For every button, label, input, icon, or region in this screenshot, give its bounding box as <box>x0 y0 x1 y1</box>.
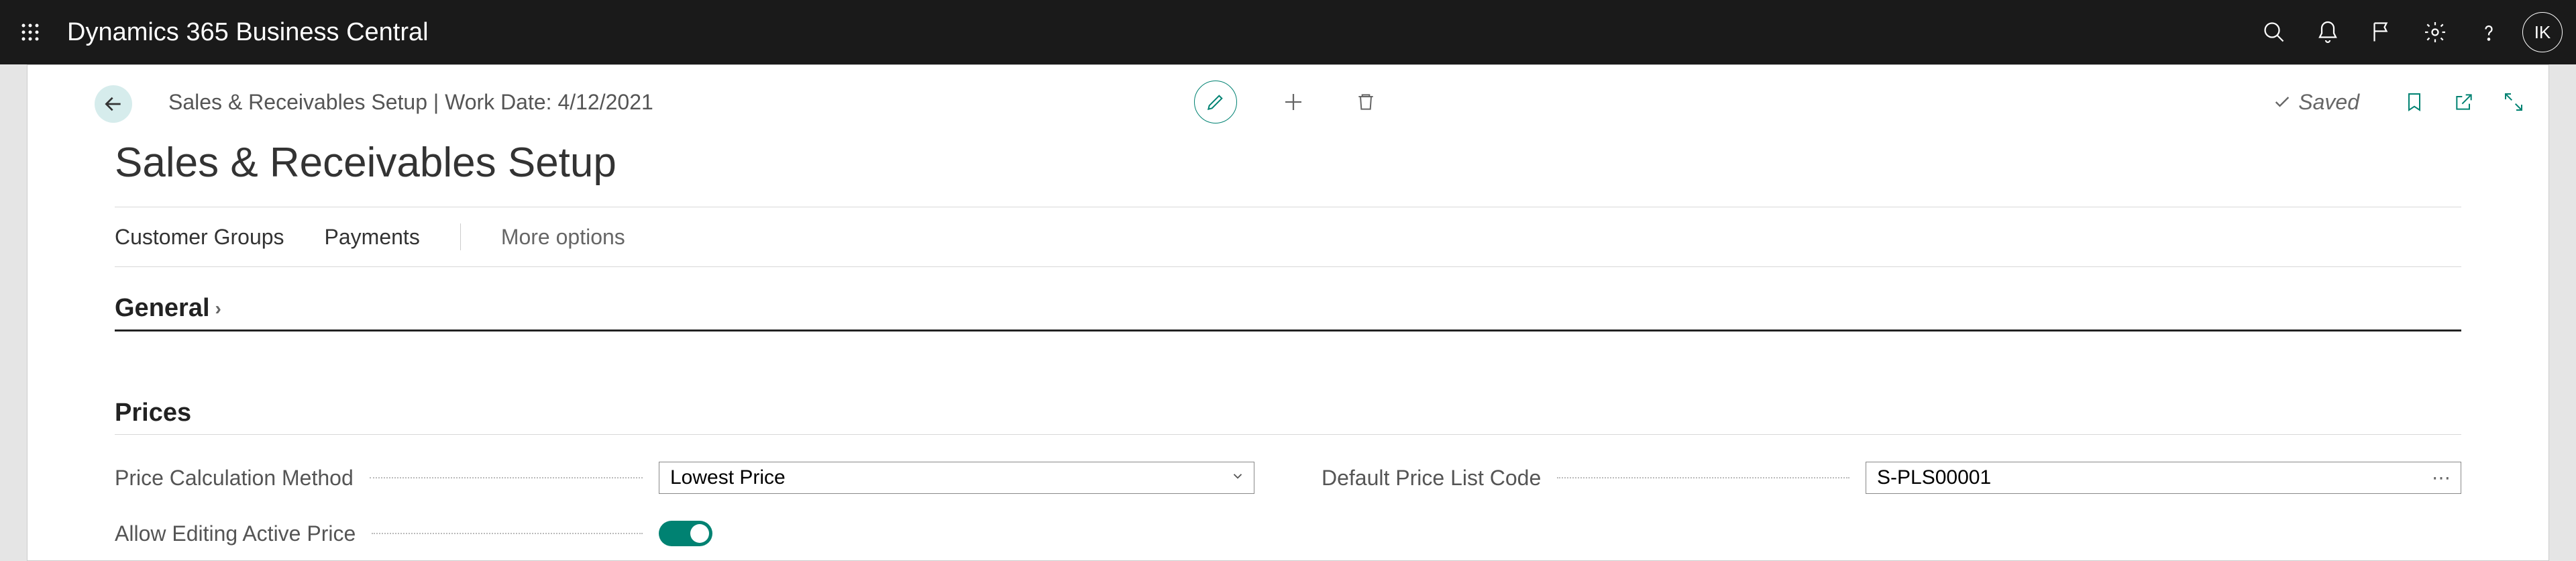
input-default-price-list-code-value[interactable]: S-PLS00001 <box>1866 462 2461 494</box>
select-price-calc-method[interactable]: Lowest Price <box>659 462 1254 494</box>
row-price-calc-method: Price Calculation Method Lowest Price <box>115 462 1254 494</box>
dots <box>370 477 643 478</box>
saved-indicator: Saved <box>2273 90 2359 115</box>
label-price-calc-method: Price Calculation Method <box>115 466 354 491</box>
row-allow-editing-active-price: Allow Editing Active Price <box>115 521 1254 546</box>
bookmark-icon[interactable] <box>2400 87 2429 117</box>
saved-label: Saved <box>2298 90 2359 115</box>
popout-icon[interactable] <box>2449 87 2479 117</box>
dots <box>1557 477 1849 478</box>
row-default-price-list-code: Default Price List Code S-PLS00001 ⋯ <box>1322 462 2461 494</box>
label-allow-editing-active-price: Allow Editing Active Price <box>115 521 356 546</box>
menu-payments[interactable]: Payments <box>325 225 420 250</box>
notifications-icon[interactable] <box>2301 5 2355 59</box>
page-header-row: Sales & Receivables Setup | Work Date: 4… <box>28 65 2548 139</box>
prices-form-grid: Price Calculation Method Lowest Price De… <box>115 462 2461 546</box>
flag-icon[interactable] <box>2355 5 2408 59</box>
label-default-price-list-code: Default Price List Code <box>1322 466 1541 491</box>
section-general-label: General <box>115 294 210 323</box>
breadcrumb: Sales & Receivables Setup | Work Date: 4… <box>168 90 653 115</box>
center-actions <box>1194 81 1382 123</box>
edit-button[interactable] <box>1194 81 1237 123</box>
avatar-initials: IK <box>2534 22 2551 43</box>
app-title: Dynamics 365 Business Central <box>67 18 429 47</box>
input-default-price-list-code[interactable]: S-PLS00001 ⋯ <box>1866 462 2461 494</box>
dots <box>372 533 643 534</box>
collapse-icon[interactable] <box>2499 87 2528 117</box>
section-general-header[interactable]: General › <box>115 267 2461 332</box>
menu-more-options[interactable]: More options <box>501 225 625 250</box>
menu-separator <box>460 223 461 250</box>
app-launcher-icon[interactable] <box>13 15 47 49</box>
chevron-right-icon: › <box>215 298 221 319</box>
search-icon[interactable] <box>2247 5 2301 59</box>
action-menu-row: Customer Groups Payments More options <box>115 207 2461 266</box>
content-area: Sales & Receivables Setup Customer Group… <box>28 139 2548 546</box>
back-button[interactable] <box>95 85 132 123</box>
menu-customer-groups[interactable]: Customer Groups <box>115 225 284 250</box>
delete-button[interactable] <box>1350 86 1382 118</box>
settings-gear-icon[interactable] <box>2408 5 2462 59</box>
section-prices-header[interactable]: Prices <box>115 372 2461 435</box>
lookup-icon[interactable]: ⋯ <box>2432 467 2452 489</box>
select-price-calc-method-value[interactable]: Lowest Price <box>659 462 1254 494</box>
page-sheet: Sales & Receivables Setup | Work Date: 4… <box>27 64 2549 561</box>
right-actions: Saved <box>2273 87 2528 117</box>
top-bar: Dynamics 365 Business Central IK <box>0 0 2576 64</box>
user-avatar[interactable]: IK <box>2522 12 2563 52</box>
toggle-allow-editing-active-price[interactable] <box>659 521 712 546</box>
new-button[interactable] <box>1277 86 1309 118</box>
page-title: Sales & Receivables Setup <box>115 139 2461 207</box>
help-icon[interactable] <box>2462 5 2516 59</box>
section-prices-label: Prices <box>115 399 191 427</box>
